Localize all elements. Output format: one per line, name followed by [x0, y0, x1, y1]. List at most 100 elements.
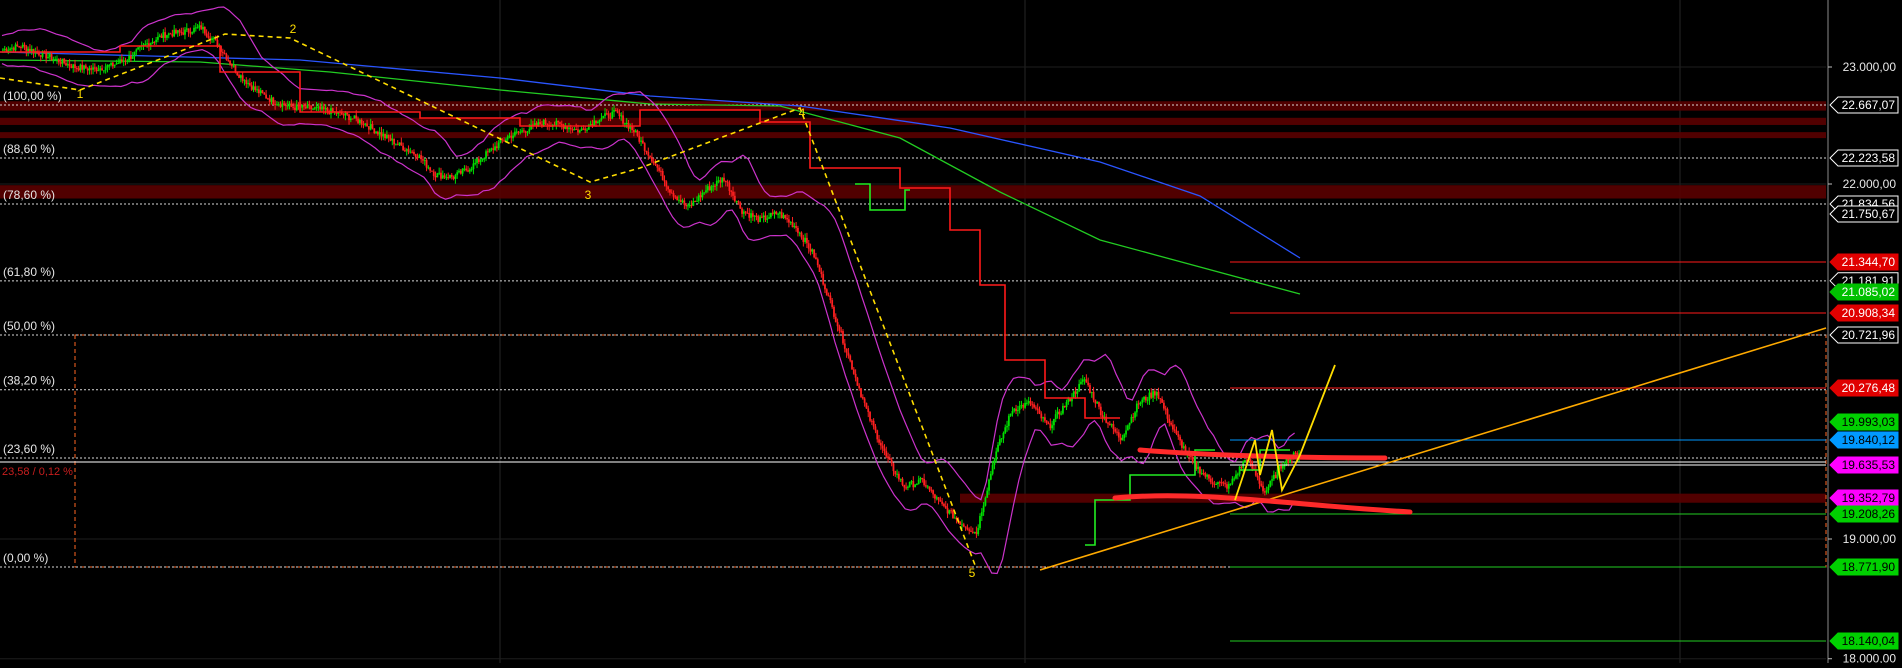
candle-body [1107, 422, 1109, 424]
candle-body [634, 130, 637, 133]
candle-body [1146, 399, 1149, 401]
candle-body [618, 113, 621, 117]
candle-body [243, 80, 246, 82]
candle-body [946, 508, 949, 514]
price-chart[interactable]: (100,00 %) (88,60 %) (78,60 %) (61,80 %) (50… [0, 0, 1902, 666]
candle-body [400, 142, 403, 146]
candle-body [802, 237, 805, 242]
candle-body [1229, 483, 1232, 485]
candle-body [454, 175, 457, 179]
price-tag: 19.635,53 [1829, 456, 1899, 474]
candle [353, 115, 356, 119]
candle-body [227, 59, 230, 61]
candle-body [413, 151, 415, 155]
candle-body [301, 104, 304, 108]
candle-body [1101, 415, 1104, 418]
candle-body [1233, 478, 1236, 480]
candle-body [1065, 401, 1068, 408]
candle-body [672, 193, 675, 197]
candle-body [892, 463, 895, 472]
candle-body [656, 164, 659, 168]
candle-body [1045, 420, 1048, 424]
candle-body [418, 155, 421, 158]
candle-body [943, 503, 945, 506]
resistance-zone [0, 132, 1826, 139]
candle-body [926, 486, 929, 488]
candle-body [364, 123, 367, 125]
candle-body [888, 458, 891, 460]
candle-body [1227, 484, 1230, 489]
candle-body [1166, 409, 1169, 419]
candle-body [146, 43, 149, 45]
candle-body [730, 190, 733, 192]
candle-body [962, 524, 965, 527]
candle-body [452, 176, 455, 179]
candle-body [1016, 410, 1019, 412]
candle-body [528, 129, 531, 132]
candle-body [236, 72, 239, 76]
candle [602, 115, 605, 119]
candle-body [858, 385, 861, 389]
candle-body [578, 130, 581, 133]
candle-body [441, 175, 444, 179]
candle-body [1168, 418, 1171, 423]
candle-body [723, 177, 725, 181]
candle-body [95, 67, 98, 72]
candle-body [705, 190, 707, 193]
candle-body [472, 163, 475, 170]
candle-body [811, 249, 814, 252]
candle-body [798, 232, 801, 234]
candle-body [191, 32, 194, 34]
candle-body [16, 44, 19, 47]
candle-body [1144, 396, 1147, 401]
candle-body [979, 516, 981, 529]
candle-body [970, 530, 972, 532]
candle-body [1244, 459, 1246, 462]
candle-body [856, 377, 859, 386]
candle-body [678, 199, 680, 201]
candle-body [290, 103, 293, 107]
candle-body [692, 200, 695, 206]
candle-body [1269, 480, 1272, 487]
candle-body [688, 205, 691, 207]
candle-body [153, 41, 156, 43]
candle-body [750, 213, 752, 218]
candle-body [715, 180, 718, 186]
candle-body [456, 172, 459, 176]
candle-body [883, 448, 886, 451]
candle-body [1134, 412, 1136, 418]
candle-body [1022, 405, 1025, 408]
candle-body [897, 473, 900, 480]
candle-body [831, 300, 834, 307]
candle [636, 129, 639, 137]
candle-body [1256, 475, 1259, 478]
candle-body [1044, 417, 1046, 421]
candle-body [396, 144, 399, 146]
candle-body [1029, 401, 1032, 405]
candle-body [614, 110, 617, 112]
candle-body [180, 31, 183, 33]
candle-body [539, 122, 542, 125]
candle-body [57, 58, 60, 63]
price-tag-label: 19.840,12 [1842, 433, 1896, 447]
candle-body [445, 177, 448, 179]
candle-body [176, 30, 179, 34]
candle-body [1002, 432, 1005, 439]
candle-body [917, 479, 920, 484]
candle-body [1153, 391, 1156, 396]
candle-body [816, 259, 819, 266]
candle-body [1096, 402, 1099, 404]
candle-body [355, 115, 358, 119]
candle-body [276, 104, 278, 106]
candle-body [903, 484, 906, 488]
candle-body [658, 167, 661, 171]
candle-body [310, 105, 313, 110]
candle-body [524, 131, 527, 133]
candle-body [1098, 402, 1100, 407]
candle-body [178, 30, 181, 32]
candle [351, 118, 354, 120]
candle-body [912, 481, 915, 488]
candle-body [490, 148, 493, 150]
candle-body [849, 355, 852, 361]
candle-body [479, 160, 482, 163]
